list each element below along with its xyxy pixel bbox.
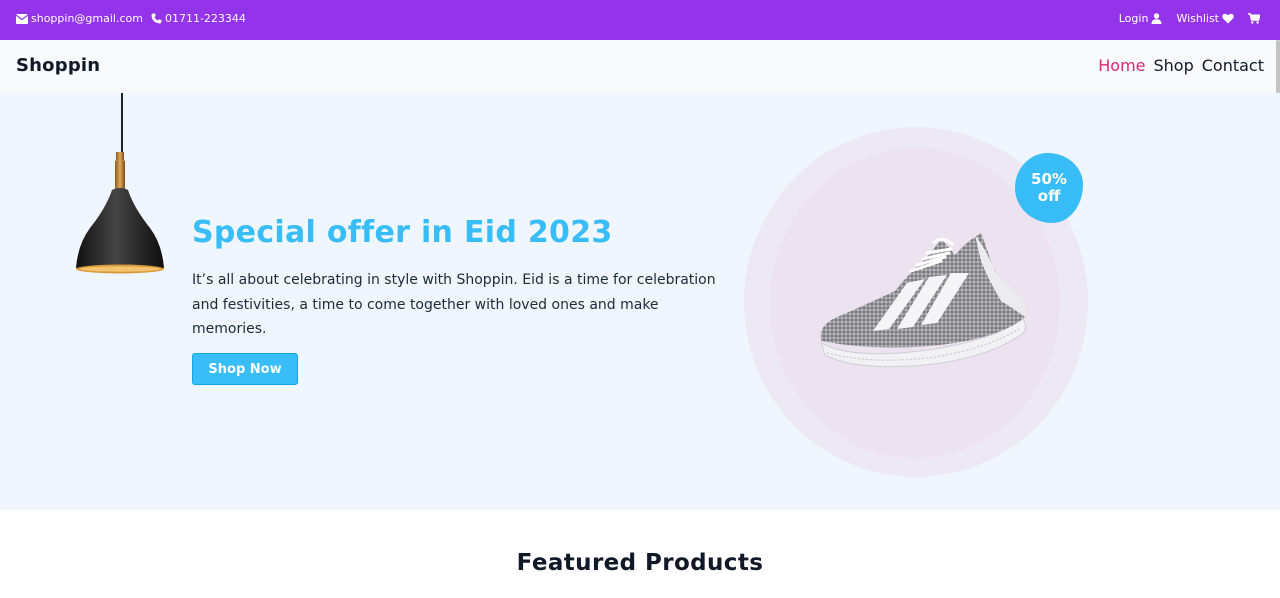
nav-contact[interactable]: Contact: [1202, 56, 1264, 75]
discount-suffix: off: [1037, 187, 1061, 205]
wishlist-link[interactable]: Wishlist: [1176, 12, 1234, 25]
nav-home[interactable]: Home: [1098, 56, 1145, 75]
login-label: Login: [1118, 12, 1149, 25]
discount-badge: 50% off: [1015, 153, 1083, 223]
phone-contact[interactable]: 01711-223344: [151, 12, 246, 25]
contact-info: shoppin@gmail.com 01711-223344: [16, 12, 246, 25]
nav-shop[interactable]: Shop: [1154, 56, 1194, 75]
cart-link[interactable]: [1248, 13, 1260, 24]
envelope-icon: [16, 13, 28, 24]
navbar: Shoppin Home Shop Contact: [0, 40, 1280, 93]
heart-icon: [1222, 13, 1234, 24]
featured-products-heading: Featured Products: [516, 550, 764, 576]
shop-now-button[interactable]: Shop Now: [192, 353, 298, 385]
nav-links: Home Shop Contact: [1098, 56, 1264, 75]
user-icon: [1151, 13, 1162, 24]
account-links: Login Wishlist: [1119, 12, 1260, 25]
brand-logo[interactable]: Shoppin: [16, 55, 100, 76]
login-link[interactable]: Login: [1119, 12, 1163, 25]
discount-percent: 50%: [1031, 170, 1067, 188]
email-contact[interactable]: shoppin@gmail.com: [16, 12, 143, 25]
hero-description: It’s all about celebrating in style with…: [192, 272, 716, 337]
email-text: shoppin@gmail.com: [31, 12, 143, 25]
lamp-cord: [121, 93, 123, 153]
phone-icon: [151, 13, 162, 24]
hero-banner: Special offer in Eid 2023 It’s all about…: [0, 93, 1280, 510]
phone-text: 01711-223344: [164, 12, 246, 25]
wishlist-label: Wishlist: [1176, 12, 1219, 25]
sneaker-image: [820, 233, 1027, 368]
cart-icon: [1248, 13, 1260, 24]
hero-title: Special offer in Eid 2023: [192, 215, 613, 250]
top-bar: shoppin@gmail.com 01711-223344 Login Wis…: [0, 0, 1280, 40]
pendant-lamp-image: [76, 152, 164, 274]
